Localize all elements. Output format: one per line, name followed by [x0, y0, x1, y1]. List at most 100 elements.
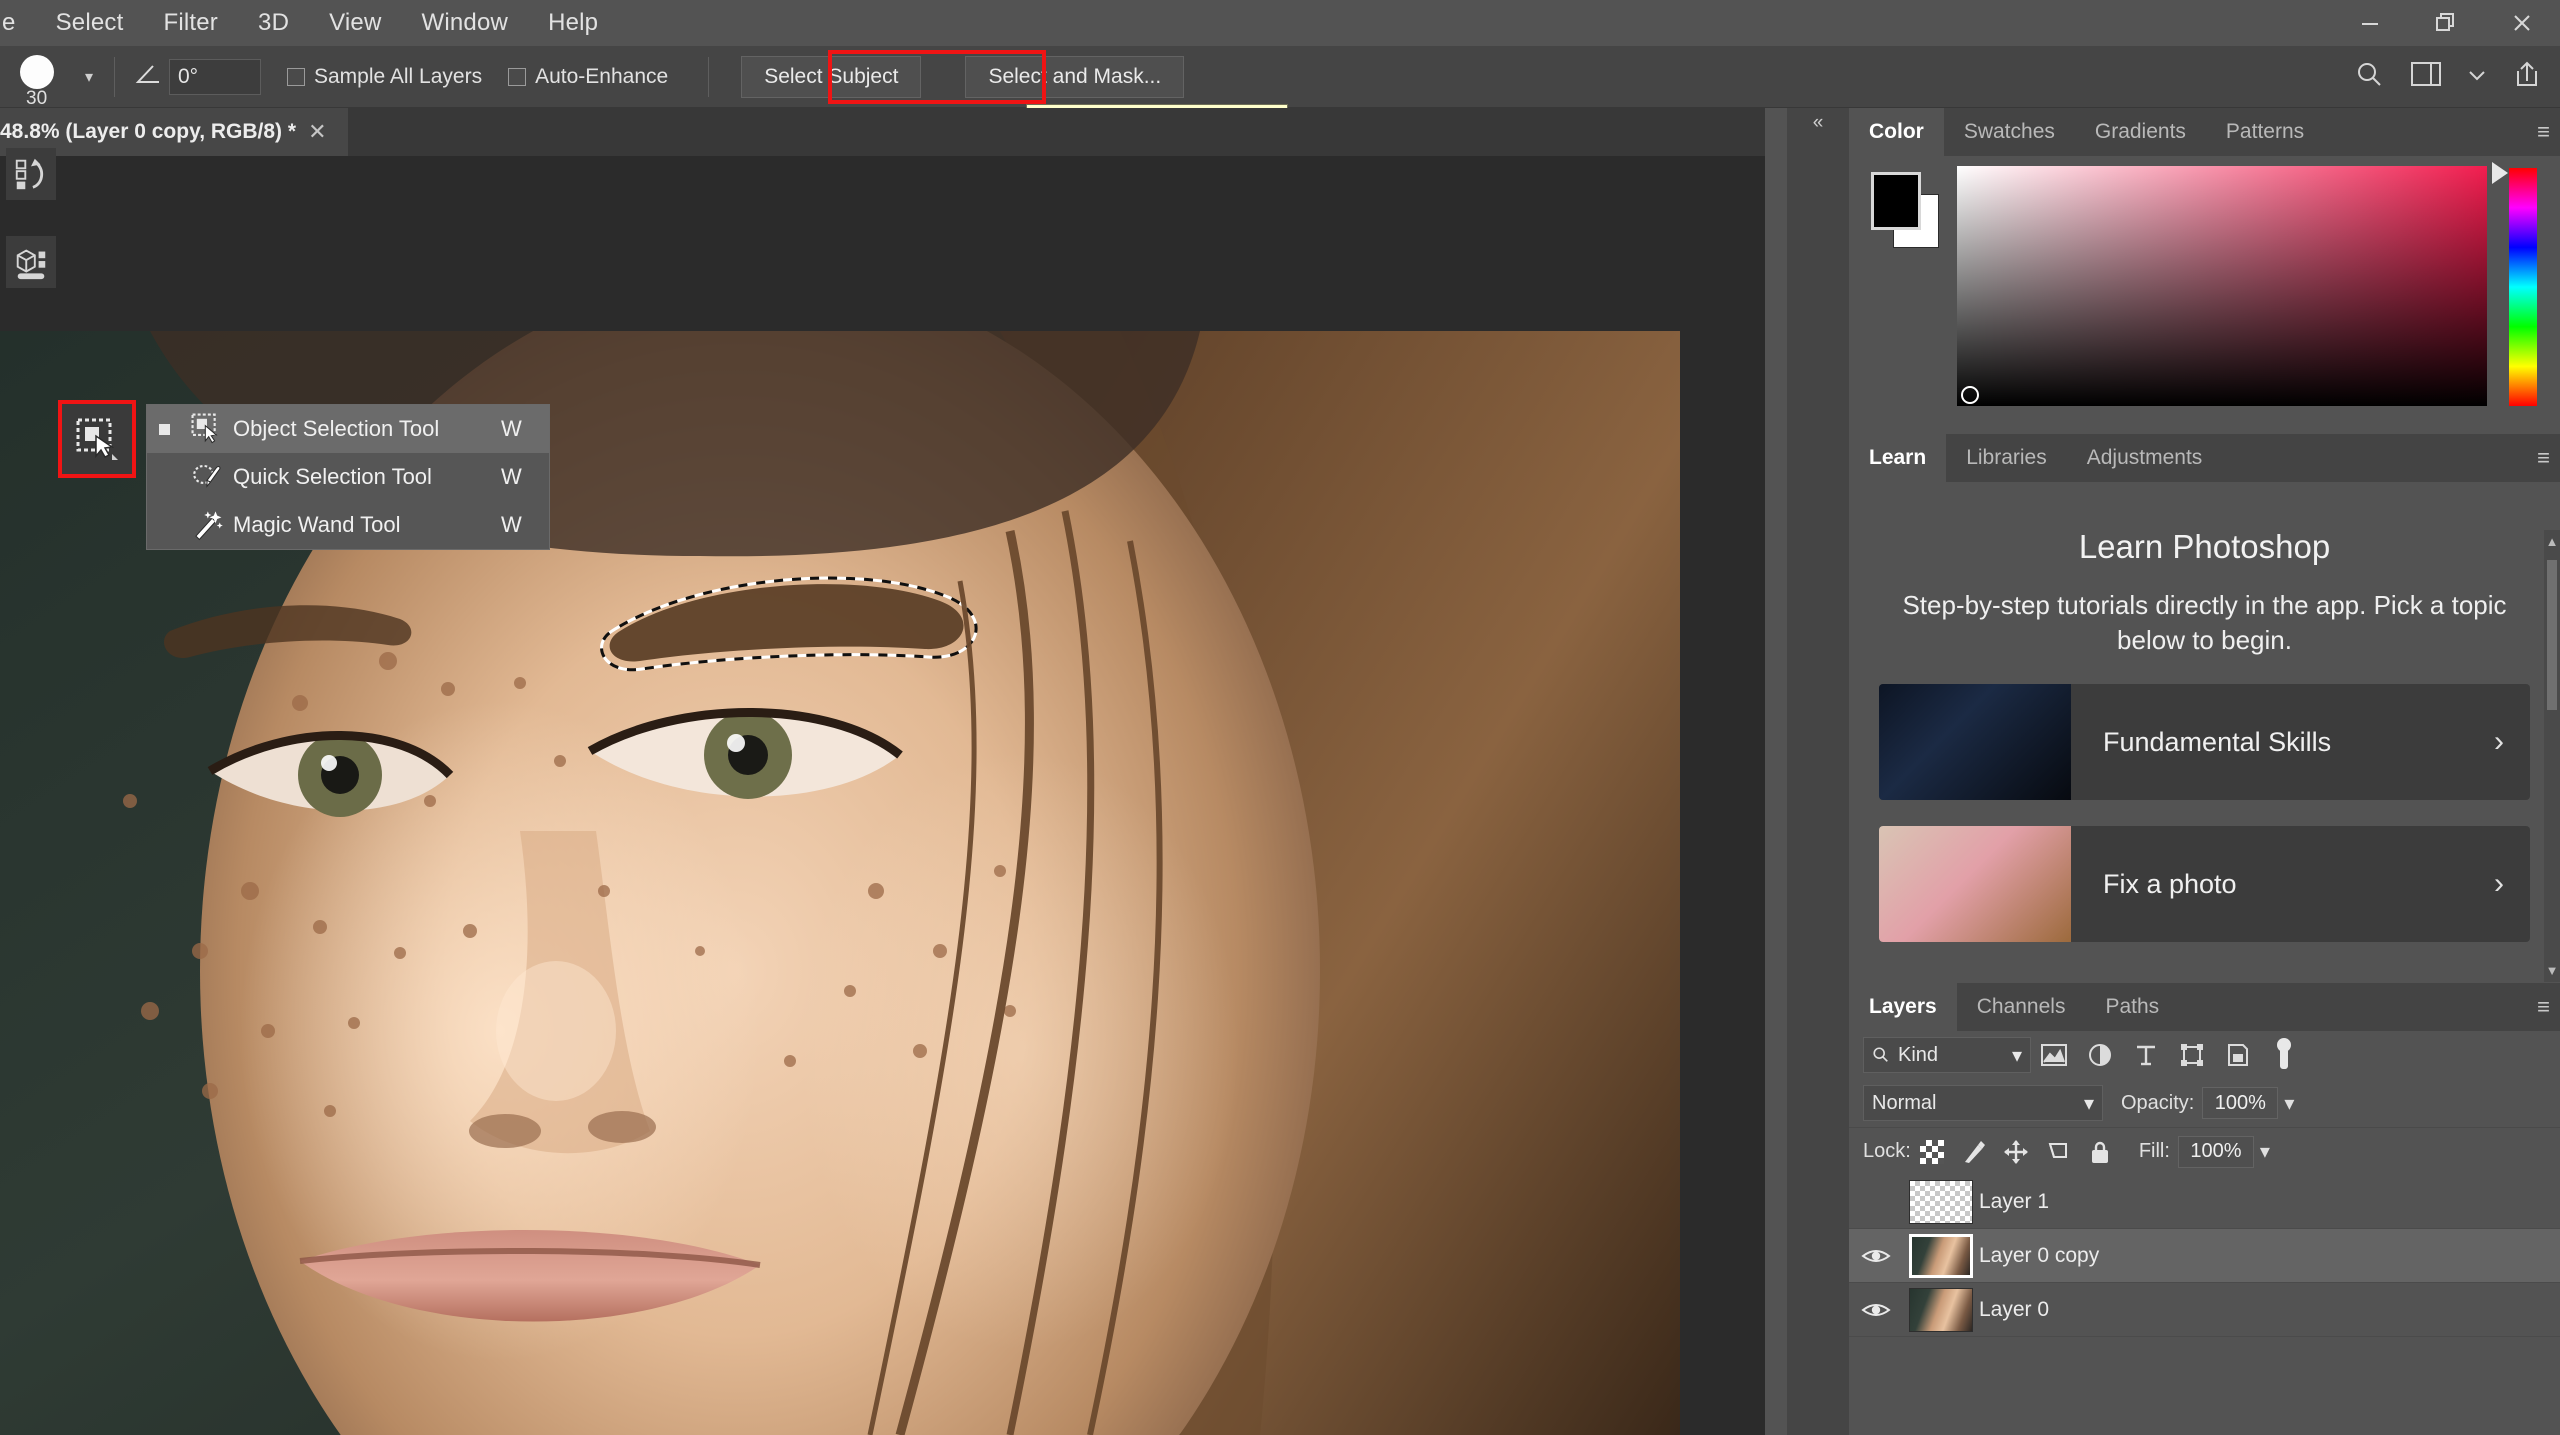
- options-bar: 30 ▾ 0° Sample All Layers Auto-Enhance S…: [0, 46, 2560, 109]
- tool-flyout-menu[interactable]: Object Selection Tool W Quick Selection …: [146, 404, 550, 550]
- layer-visibility-toggle[interactable]: [1849, 1245, 1903, 1267]
- menu-item-e[interactable]: e: [0, 5, 36, 41]
- close-icon[interactable]: ✕: [308, 119, 326, 145]
- magic-wand-icon: [181, 508, 233, 542]
- learn-subtitle: Step-by-step tutorials directly in the a…: [1902, 590, 2507, 656]
- scrollbar-thumb[interactable]: [2547, 560, 2557, 710]
- learn-panel-scrollbar[interactable]: ▲ ▼: [2544, 530, 2560, 982]
- layer-filter-kind-select[interactable]: Kind ▾: [1863, 1037, 2031, 1073]
- chevron-down-icon[interactable]: ▾: [2012, 1043, 2022, 1068]
- eye-icon-hidden: [1862, 1192, 1890, 1212]
- table-row-layer-1[interactable]: Layer 1: [1849, 1175, 2560, 1229]
- scroll-up-icon[interactable]: ▲: [2544, 534, 2560, 549]
- lock-artboard-icon[interactable]: [2037, 1139, 2079, 1165]
- learn-panel-tabs: Learn Libraries Adjustments ≡: [1849, 434, 2560, 482]
- tab-gradients[interactable]: Gradients: [2075, 108, 2206, 156]
- menu-item-view[interactable]: View: [309, 5, 401, 41]
- workspace-icon[interactable]: [2410, 60, 2442, 93]
- brush-angle-input[interactable]: 0°: [169, 58, 261, 95]
- brush-chevron-down-icon[interactable]: ▾: [78, 67, 100, 87]
- collapse-panels-icon[interactable]: «: [1787, 108, 1849, 138]
- opacity-chevron-down-icon[interactable]: ▾: [2284, 1091, 2294, 1116]
- search-icon[interactable]: [2354, 59, 2384, 94]
- flyout-item-magic-wand-tool[interactable]: Magic Wand Tool W: [147, 501, 549, 549]
- tab-learn[interactable]: Learn: [1849, 434, 1947, 482]
- canvas-area[interactable]: [0, 156, 1765, 1435]
- learn-panel-menu-icon[interactable]: ≡: [2537, 434, 2550, 482]
- hue-slider-marker[interactable]: [2492, 162, 2508, 184]
- menu-item-3d[interactable]: 3D: [238, 5, 309, 41]
- chevron-right-icon[interactable]: ›: [2494, 725, 2530, 759]
- color-field[interactable]: [1957, 166, 2487, 406]
- flyout-item-object-selection-tool[interactable]: Object Selection Tool W: [147, 405, 549, 453]
- tab-swatches[interactable]: Swatches: [1944, 108, 2075, 156]
- type-filter-icon[interactable]: [2123, 1042, 2169, 1068]
- chevron-right-icon[interactable]: ›: [2494, 867, 2530, 901]
- brush-preset-picker[interactable]: 30: [0, 46, 78, 109]
- tab-libraries[interactable]: Libraries: [1946, 434, 2067, 482]
- foreground-color-swatch[interactable]: [1871, 172, 1921, 230]
- layer-visibility-toggle[interactable]: [1849, 1192, 1903, 1212]
- layer-thumbnail-wrapper: [1903, 1287, 1979, 1332]
- pixel-filter-icon[interactable]: [2031, 1042, 2077, 1068]
- menu-item-filter[interactable]: Filter: [143, 5, 238, 41]
- menu-item-help[interactable]: Help: [528, 5, 618, 41]
- flyout-label: Object Selection Tool: [233, 416, 440, 441]
- tutorial-card-fundamental-skills[interactable]: Fundamental Skills ›: [1879, 684, 2530, 801]
- tab-color[interactable]: Color: [1849, 108, 1944, 156]
- auto-enhance-checkbox[interactable]: Auto-Enhance: [508, 65, 668, 89]
- search-icon: [1873, 1047, 1888, 1062]
- layer-name[interactable]: Layer 0: [1979, 1298, 2049, 1322]
- sample-all-layers-checkbox[interactable]: Sample All Layers: [287, 65, 482, 89]
- color-panel-menu-icon[interactable]: ≡: [2537, 108, 2550, 156]
- hue-slider[interactable]: [2509, 168, 2537, 406]
- fill-chevron-down-icon[interactable]: ▾: [2260, 1139, 2270, 1164]
- share-icon[interactable]: [2512, 59, 2542, 94]
- tab-patterns[interactable]: Patterns: [2206, 108, 2324, 156]
- color-panel: [1849, 156, 2560, 434]
- shape-filter-icon[interactable]: [2169, 1042, 2215, 1068]
- menu-item-window[interactable]: Window: [402, 5, 529, 41]
- document-tab-bar: 48.8% (Layer 0 copy, RGB/8) * ✕: [0, 108, 1765, 156]
- workspace-chevron-down-icon[interactable]: [2468, 68, 2486, 86]
- adjustment-filter-icon[interactable]: [2077, 1042, 2123, 1068]
- filter-toggle-switch[interactable]: [2261, 1037, 2307, 1073]
- tab-adjustments[interactable]: Adjustments: [2067, 434, 2223, 482]
- restore-button[interactable]: [2408, 0, 2484, 46]
- layer-visibility-toggle[interactable]: [1849, 1299, 1903, 1321]
- select-subject-button[interactable]: Select Subject: [741, 55, 922, 98]
- lock-transparent-icon[interactable]: [1911, 1139, 1953, 1164]
- tab-layers[interactable]: Layers: [1849, 983, 1957, 1031]
- opacity-value[interactable]: 100%: [2202, 1087, 2279, 1119]
- layer-thumbnail-wrapper: [1903, 1233, 1979, 1278]
- tutorial-card-fix-a-photo[interactable]: Fix a photo ›: [1879, 826, 2530, 943]
- object-selection-icon: [181, 412, 233, 446]
- learn-panel: Learn Photoshop Step-by-step tutorials d…: [1849, 482, 2560, 982]
- table-row-layer-0[interactable]: Layer 0: [1849, 1283, 2560, 1337]
- color-swatches[interactable]: [1871, 172, 1941, 248]
- lock-all-icon[interactable]: [2079, 1139, 2121, 1165]
- tab-paths[interactable]: Paths: [2085, 983, 2179, 1031]
- menu-item-select[interactable]: Select: [36, 5, 144, 41]
- lock-position-icon[interactable]: [1995, 1139, 2037, 1165]
- minimize-button[interactable]: [2332, 0, 2408, 46]
- history-panel-icon[interactable]: [6, 148, 56, 200]
- 3d-panel-icon[interactable]: [6, 236, 56, 288]
- layer-name[interactable]: Layer 1: [1979, 1190, 2049, 1214]
- chevron-down-icon[interactable]: ▾: [2084, 1091, 2094, 1116]
- tab-channels[interactable]: Channels: [1957, 983, 2086, 1031]
- color-field-marker[interactable]: [1961, 386, 1979, 404]
- close-button[interactable]: [2484, 0, 2560, 46]
- layer-name[interactable]: Layer 0 copy: [1979, 1244, 2099, 1268]
- flyout-shortcut: W: [501, 416, 522, 441]
- table-row-layer-0-copy[interactable]: Layer 0 copy: [1849, 1229, 2560, 1283]
- layer-thumbnail-wrapper: [1903, 1179, 1979, 1224]
- layers-panel-menu-icon[interactable]: ≡: [2537, 983, 2550, 1031]
- blend-mode-select[interactable]: Normal ▾: [1863, 1085, 2103, 1121]
- scroll-down-icon[interactable]: ▼: [2544, 963, 2560, 978]
- fill-value[interactable]: 100%: [2177, 1135, 2254, 1168]
- select-and-mask-button[interactable]: Select and Mask...: [965, 55, 1185, 98]
- smartobject-filter-icon[interactable]: [2215, 1042, 2261, 1068]
- lock-image-icon[interactable]: [1953, 1139, 1995, 1165]
- flyout-item-quick-selection-tool[interactable]: Quick Selection Tool W: [147, 453, 549, 501]
